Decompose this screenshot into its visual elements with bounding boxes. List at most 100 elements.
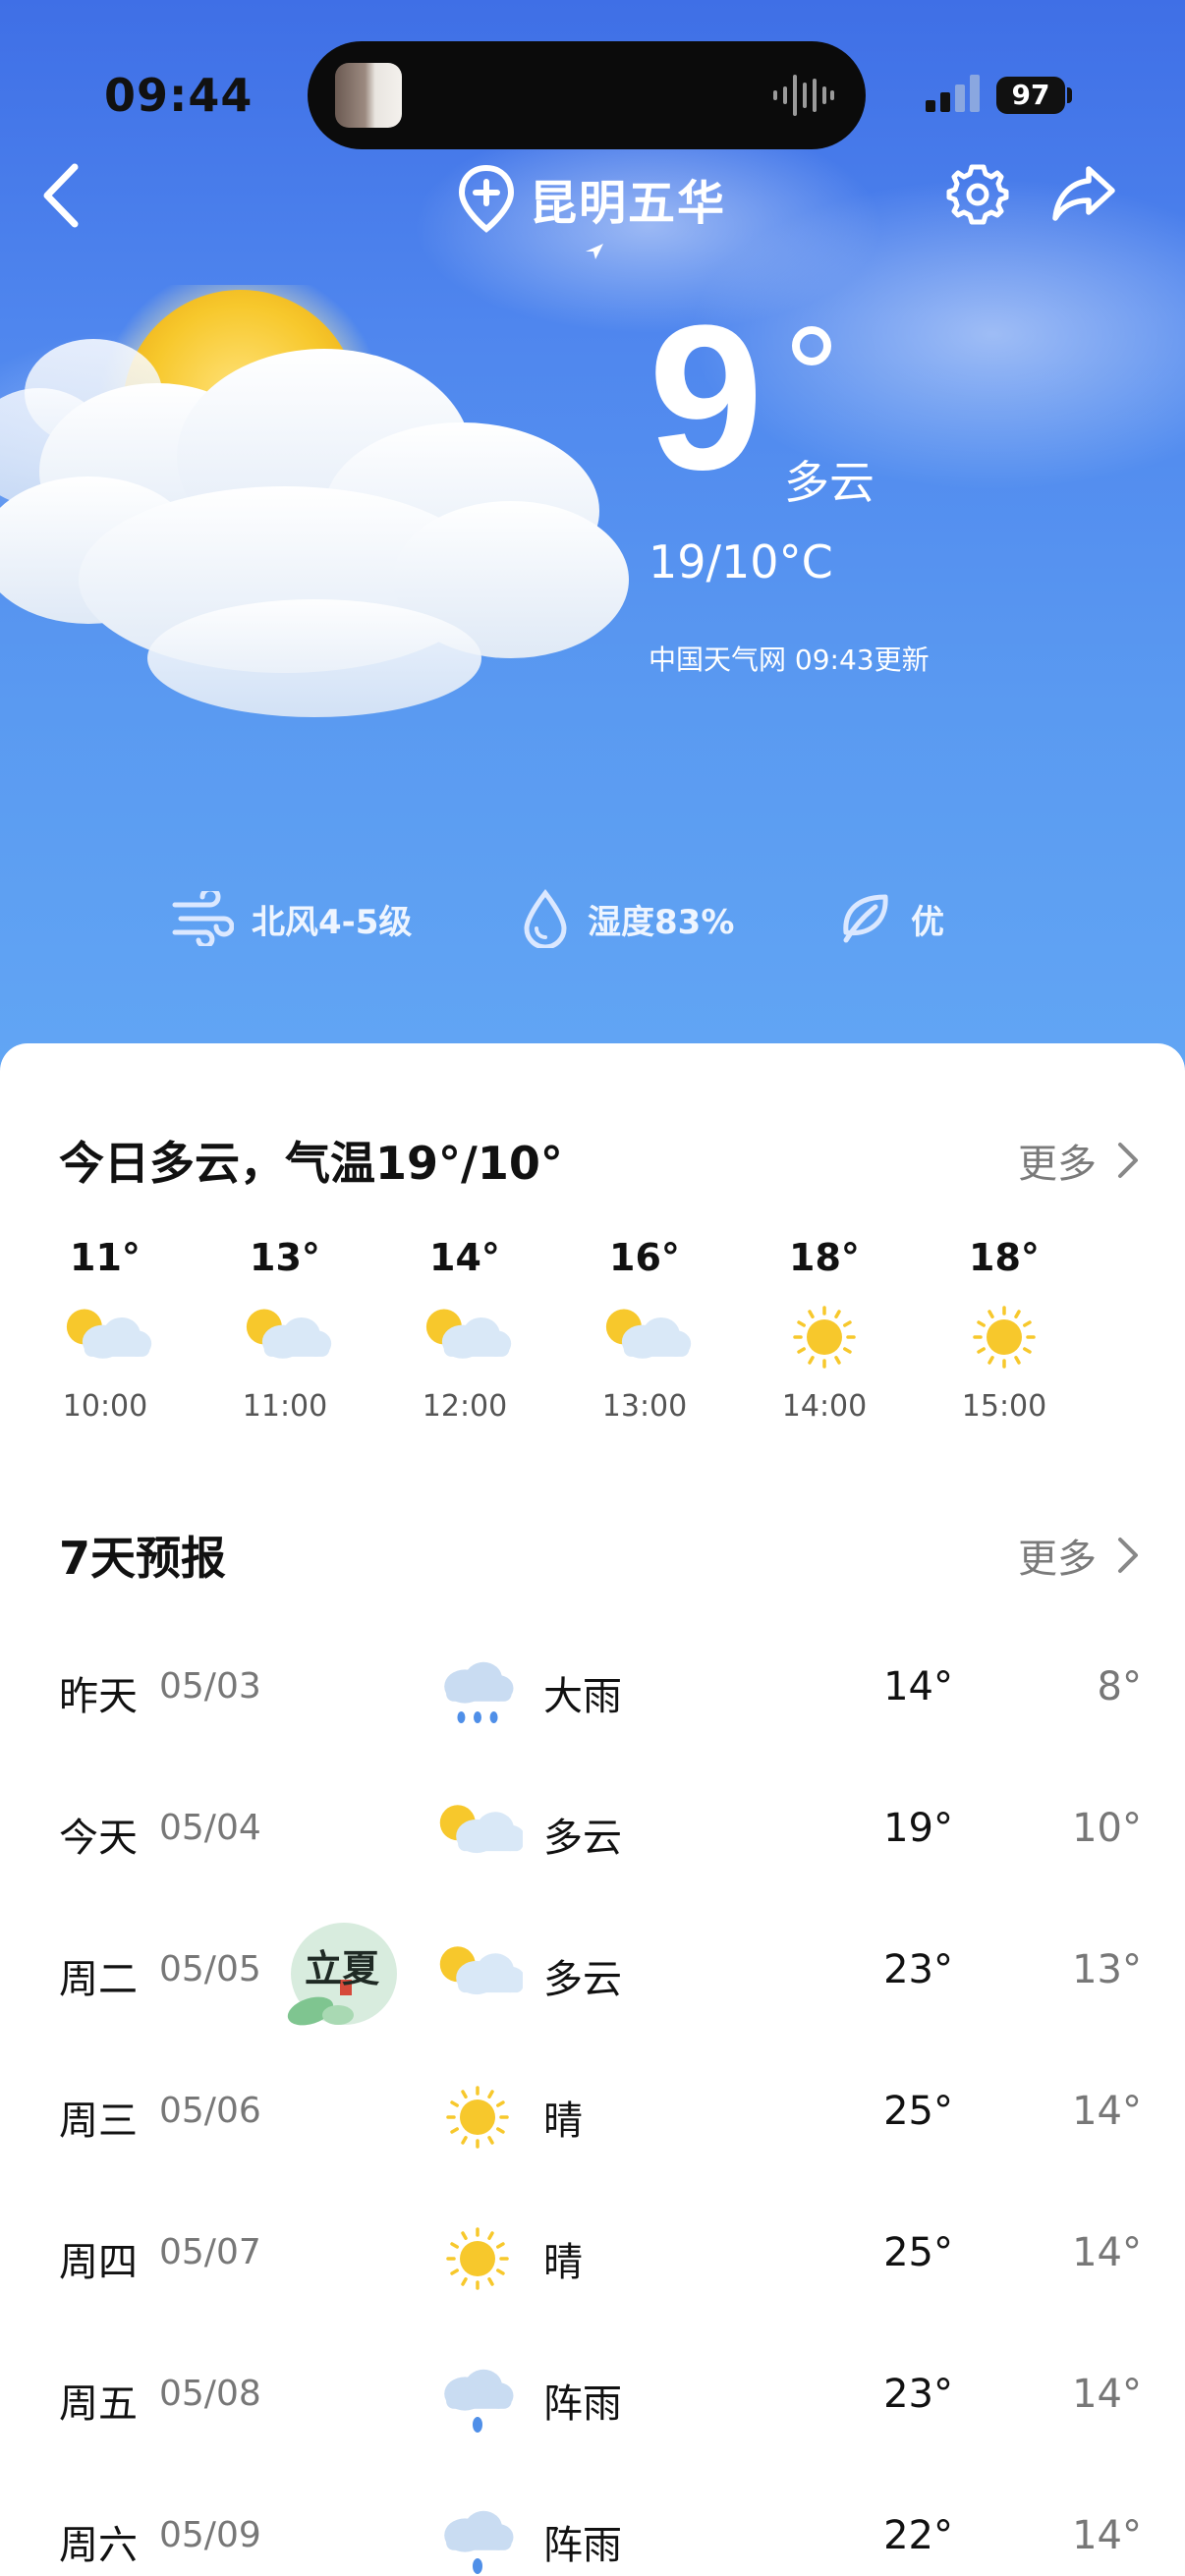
day-condition: 阵雨 bbox=[543, 2381, 622, 2427]
shower-icon bbox=[444, 2510, 514, 2574]
hourly-temp: 18° bbox=[789, 1236, 860, 1279]
more-label: 更多 bbox=[1018, 1142, 1097, 1187]
dynamic-island[interactable] bbox=[308, 41, 866, 149]
hourly-icon bbox=[957, 1303, 1051, 1372]
location-name: 昆明五华 bbox=[530, 176, 727, 231]
partly-cloudy-icon bbox=[439, 1946, 526, 1995]
hourly-icon bbox=[597, 1303, 692, 1372]
sunny-icon bbox=[973, 1306, 1036, 1369]
battery-tip bbox=[1067, 87, 1072, 103]
day-date: 05/06 bbox=[159, 2091, 261, 2131]
settings-gear-button[interactable] bbox=[945, 161, 1010, 226]
day-weather-icon bbox=[432, 1796, 526, 1873]
update-source-time: 中国天气网 09:43更新 bbox=[649, 644, 930, 676]
current-temperature: 9 bbox=[649, 282, 763, 513]
day-low: 14° bbox=[1072, 2089, 1142, 2134]
day-high: 23° bbox=[883, 2372, 953, 2417]
day-condition: 晴 bbox=[543, 2099, 583, 2144]
location-selector[interactable]: 昆明五华 bbox=[457, 161, 726, 236]
high-low-temperature: 19/10°C bbox=[649, 535, 833, 588]
chevron-right-icon bbox=[1118, 1143, 1138, 1178]
day-low: 14° bbox=[1072, 2513, 1142, 2558]
location-pin-icon bbox=[458, 164, 515, 233]
forecast-day-row[interactable]: 今天 05/04 多云 19° 10° bbox=[0, 1784, 1185, 1882]
hourly-item: 14° 12:00 bbox=[406, 1236, 524, 1424]
day-condition: 晴 bbox=[543, 2240, 583, 2285]
chevron-right-icon bbox=[1118, 1538, 1138, 1573]
hourly-icon bbox=[418, 1303, 512, 1372]
share-button[interactable] bbox=[1049, 159, 1118, 228]
back-button[interactable] bbox=[39, 159, 88, 232]
day-name: 周二 bbox=[59, 1957, 138, 2002]
weather-hero: 09:44 97 昆明五华 9 多云 19/10°C 中国天气网 09:43更新… bbox=[0, 0, 1185, 1091]
hourly-time: 10:00 bbox=[62, 1389, 148, 1424]
hourly-item: 16° 13:00 bbox=[586, 1236, 704, 1424]
day-high: 23° bbox=[883, 1947, 953, 1992]
day-low: 8° bbox=[1097, 1664, 1142, 1709]
hourly-time: 14:00 bbox=[781, 1389, 868, 1424]
sunny-icon bbox=[793, 1306, 856, 1369]
forecast-day-row[interactable]: 周六 05/09 阵雨 22° 14° bbox=[0, 2492, 1185, 2576]
day-name: 周三 bbox=[59, 2099, 138, 2144]
day-date: 05/07 bbox=[159, 2232, 261, 2272]
day-condition: 大雨 bbox=[543, 1674, 622, 1719]
partly-cloudy-icon bbox=[66, 1309, 152, 1359]
wind-icon bbox=[172, 891, 234, 946]
air-quality-text: 优 bbox=[911, 902, 944, 942]
shower-icon bbox=[444, 2369, 514, 2433]
forecast-day-row[interactable]: 周五 05/08 阵雨 23° 14° bbox=[0, 2350, 1185, 2448]
day-high: 25° bbox=[883, 2230, 953, 2275]
hourly-time: 13:00 bbox=[601, 1389, 688, 1424]
water-drop-icon bbox=[524, 889, 567, 948]
hourly-temp: 16° bbox=[609, 1236, 680, 1279]
forecast-day-row[interactable]: 昨天 05/03 大雨 14° 8° bbox=[0, 1643, 1185, 1741]
day-weather-icon bbox=[432, 2220, 523, 2297]
hourly-icon bbox=[58, 1303, 152, 1372]
day-low: 14° bbox=[1072, 2230, 1142, 2275]
forecast-day-row[interactable]: 周二 05/05 多云 23° 13° bbox=[0, 1926, 1185, 2024]
hourly-time: 12:00 bbox=[422, 1389, 508, 1424]
hourly-item: 11° 10:00 bbox=[46, 1236, 164, 1424]
forecast-day-row[interactable]: 周三 05/06 晴 25° 14° bbox=[0, 2067, 1185, 2165]
forecast-more-link[interactable]: 更多 bbox=[1018, 1527, 1140, 1584]
day-low: 13° bbox=[1072, 1947, 1142, 1992]
partly-cloudy-icon bbox=[605, 1309, 692, 1359]
day-name: 今天 bbox=[59, 1816, 138, 1861]
day-weather-icon bbox=[432, 1654, 523, 1731]
day-low: 14° bbox=[1072, 2372, 1142, 2417]
hourly-item: 18° 14:00 bbox=[765, 1236, 883, 1424]
seven-day-title: 7天预报 bbox=[59, 1532, 227, 1585]
day-low: 10° bbox=[1072, 1806, 1142, 1851]
today-more-link[interactable]: 更多 bbox=[1018, 1132, 1140, 1189]
day-high: 19° bbox=[883, 1806, 953, 1851]
heavy-rain-icon bbox=[444, 1661, 514, 1723]
hourly-icon bbox=[238, 1303, 332, 1372]
day-high: 25° bbox=[883, 2089, 953, 2134]
audio-wave-icon bbox=[773, 75, 834, 116]
hourly-temp: 11° bbox=[70, 1236, 141, 1279]
day-condition: 多云 bbox=[543, 1816, 622, 1861]
media-thumbnail bbox=[335, 63, 402, 128]
forecast-day-row[interactable]: 周四 05/07 晴 25° 14° bbox=[0, 2209, 1185, 2307]
day-weather-icon bbox=[432, 2503, 523, 2576]
location-arrow-icon bbox=[586, 244, 603, 259]
day-date: 05/04 bbox=[159, 1808, 261, 1848]
hourly-temp: 18° bbox=[969, 1236, 1040, 1279]
today-summary-title: 今日多云，气温19°/10° bbox=[59, 1137, 563, 1190]
day-name: 周六 bbox=[59, 2523, 138, 2568]
wind-indicator[interactable]: 北风4-5级 bbox=[171, 889, 412, 948]
day-date: 05/05 bbox=[159, 1949, 261, 1989]
day-date: 05/03 bbox=[159, 1666, 261, 1707]
status-time: 09:44 bbox=[104, 69, 254, 122]
day-name: 周五 bbox=[59, 2381, 138, 2427]
sunny-icon bbox=[446, 2227, 509, 2290]
hourly-temp: 13° bbox=[250, 1236, 320, 1279]
humidity-indicator[interactable]: 湿度83% bbox=[521, 889, 734, 948]
partly-cloudy-icon bbox=[246, 1309, 332, 1359]
hourly-time: 15:00 bbox=[961, 1389, 1047, 1424]
day-name: 昨天 bbox=[59, 1674, 138, 1719]
air-quality-indicator[interactable]: 优 bbox=[838, 889, 944, 948]
hourly-time: 11:00 bbox=[242, 1389, 328, 1424]
solar-term-badge[interactable]: 立夏 bbox=[283, 1921, 401, 2034]
battery-level: 97 bbox=[996, 77, 1065, 114]
